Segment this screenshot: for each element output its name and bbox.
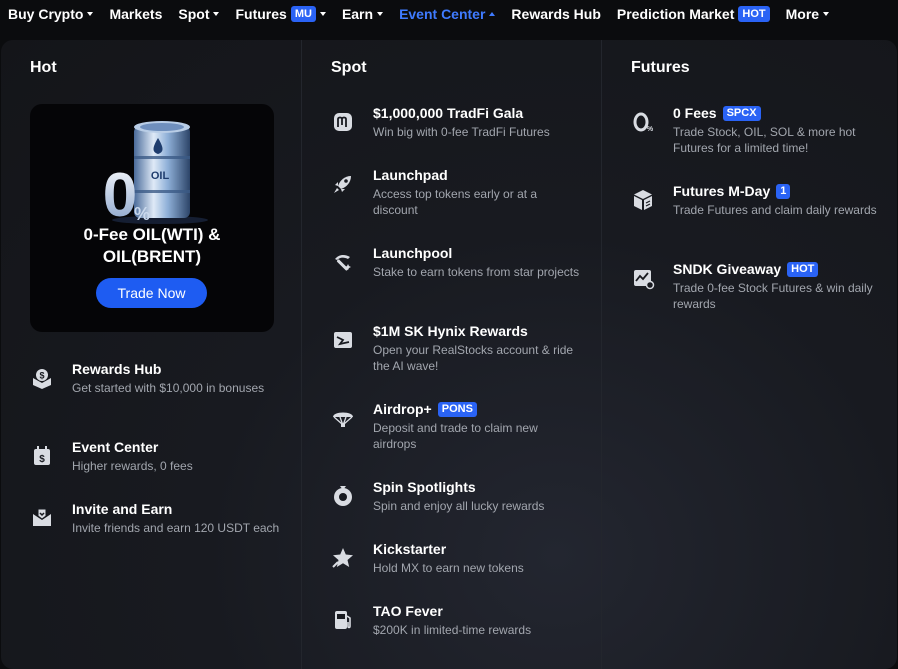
chevron-down-icon <box>87 12 94 16</box>
nav-more-label: More <box>785 6 820 22</box>
nav-buy-crypto[interactable]: Buy Crypto <box>8 6 94 22</box>
nav-buy-crypto-label: Buy Crypto <box>8 6 84 22</box>
spot-column-title: Spot <box>331 59 367 76</box>
nav-prediction-market[interactable]: Prediction Market HOT <box>617 6 770 22</box>
svg-text:$: $ <box>39 454 45 465</box>
menu-item-title: $1,000,000 TradFi Gala <box>373 105 524 121</box>
gift-box-icon: $ <box>30 366 54 390</box>
menu-item-desc: Trade Stock, OIL, SOL & more hot Futures… <box>673 125 856 155</box>
menu-item-title: $1M SK Hynix Rewards <box>373 323 528 339</box>
menu-item-title: Futures M-Day 1 <box>673 182 883 200</box>
nav-event-center-label: Event Center <box>399 6 486 22</box>
svg-text:%: % <box>647 126 654 133</box>
menu-item-desc: Trade Futures and claim daily rewards <box>673 203 877 217</box>
nav-earn-label: Earn <box>341 6 374 22</box>
airdrop-badge: PONS <box>437 401 477 417</box>
nav-spot[interactable]: Spot <box>178 6 220 22</box>
menu-item-desc: Higher rewards, 0 fees <box>72 459 193 473</box>
chevron-up-icon <box>489 12 496 16</box>
rocket-icon <box>331 172 355 196</box>
chart-zero-icon <box>631 266 655 290</box>
svg-text:%: % <box>134 204 150 224</box>
chevron-down-icon <box>213 12 220 16</box>
futures-column: Futures % 0 Fees SPCX Trade Stock, OIL, … <box>601 40 897 669</box>
oil-barrel-illustration: OIL 0 % <box>90 116 210 226</box>
nav-rewards-hub-label: Rewards Hub <box>511 6 601 22</box>
futures-column-title: Futures <box>631 59 690 76</box>
star-badge-icon <box>331 546 355 570</box>
chevron-down-icon <box>377 12 384 16</box>
chevron-down-icon <box>823 12 830 16</box>
fuel-pump-icon <box>331 608 355 632</box>
svg-text:0: 0 <box>103 161 137 226</box>
trade-now-button[interactable]: Trade Now <box>96 278 207 308</box>
promo-title: 0-Fee OIL(WTI) & OIL(BRENT) <box>83 225 221 266</box>
menu-item-title-text: 0 Fees <box>673 105 717 121</box>
hot-column-title: Hot <box>30 59 57 76</box>
menu-item-title: Rewards Hub <box>72 361 162 377</box>
menu-item-desc: $200K in limited-time rewards <box>373 623 532 637</box>
menu-item-title-text: Futures M-Day <box>673 183 771 199</box>
nav-prediction-market-label: Prediction Market <box>616 6 735 22</box>
nav-more[interactable]: More <box>785 6 830 22</box>
pickaxe-icon <box>331 250 355 274</box>
menu-item-title: Spin Spotlights <box>373 479 476 495</box>
menu-item-title: Invite and Earn <box>72 501 173 517</box>
menu-item-desc: Hold MX to earn new tokens <box>373 561 524 575</box>
menu-item-title: Launchpad <box>373 167 448 183</box>
menu-item-desc: Invite friends and earn 120 USDT each <box>72 521 280 535</box>
menu-item-desc: Access top tokens early or at a discount <box>373 187 538 217</box>
cube-icon <box>631 188 655 212</box>
tradfi-m-icon <box>331 110 355 134</box>
menu-item-desc: Get started with $10,000 in bonuses <box>72 381 265 395</box>
svg-text:$: $ <box>39 371 44 381</box>
menu-item-title: Launchpool <box>373 245 453 261</box>
nav-event-center[interactable]: Event Center <box>399 6 496 22</box>
menu-item-desc: Deposit and trade to claim new airdrops <box>373 421 538 451</box>
nav-markets-label: Markets <box>109 6 163 22</box>
nav-markets[interactable]: Markets <box>109 6 162 22</box>
menu-item-desc: Trade 0-fee Stock Futures & win daily re… <box>673 281 873 311</box>
oil-promo-card[interactable]: OIL 0 % 0-Fee OIL(WTI) & OIL(BRENT) Trad… <box>30 104 274 332</box>
menu-item-desc: Spin and enjoy all lucky rewards <box>373 499 545 513</box>
svg-text:OIL: OIL <box>151 170 170 182</box>
nav-rewards-hub[interactable]: Rewards Hub <box>511 6 600 22</box>
nav-futures[interactable]: Futures MU <box>235 6 326 22</box>
menu-item-title: TAO Fever <box>373 603 443 619</box>
nav-earn[interactable]: Earn <box>341 6 384 22</box>
zero-percent-icon: % <box>631 110 655 134</box>
calendar-dollar-icon: $ <box>30 444 54 468</box>
sndk-badge: HOT <box>787 261 819 277</box>
spot-column: Spot $1,000,000 TradFi Gala Win big with… <box>301 40 601 669</box>
nav-futures-badge: MU <box>290 6 316 22</box>
event-center-dropdown: Hot OIL 0 % 0-Fee OIL(WTI) & OIL(BRENT) … <box>1 40 897 669</box>
menu-item-title: 0 Fees SPCX <box>673 104 883 122</box>
zero-fees-badge: SPCX <box>722 105 761 121</box>
menu-item-title: Event Center <box>72 439 159 455</box>
spin-wheel-icon <box>331 484 355 508</box>
menu-item-desc: Stake to earn tokens from star projects <box>373 265 580 279</box>
chevron-down-icon <box>319 12 326 16</box>
top-navigation: Buy Crypto Markets Spot Futures MU Earn … <box>0 0 898 28</box>
menu-item-title: Kickstarter <box>373 541 447 557</box>
invite-envelope-icon <box>30 506 54 530</box>
menu-item-title-text: Airdrop+ <box>373 401 432 417</box>
m-day-badge: 1 <box>776 183 791 199</box>
menu-item-title: SNDK Giveaway HOT <box>673 260 883 278</box>
nav-futures-label: Futures <box>235 6 287 22</box>
stock-chart-icon <box>331 328 355 352</box>
nav-spot-label: Spot <box>178 6 210 22</box>
hot-column: Hot OIL 0 % 0-Fee OIL(WTI) & OIL(BRENT) … <box>1 40 301 669</box>
menu-item-title-text: SNDK Giveaway <box>673 261 782 277</box>
menu-item-desc: Open your RealStocks account & ride the … <box>373 343 574 373</box>
nav-prediction-market-badge: HOT <box>738 6 770 22</box>
menu-item-desc: Win big with 0-fee TradFi Futures <box>373 125 550 139</box>
menu-item-title: Airdrop+ PONS <box>373 400 583 418</box>
parachute-icon <box>331 406 355 430</box>
